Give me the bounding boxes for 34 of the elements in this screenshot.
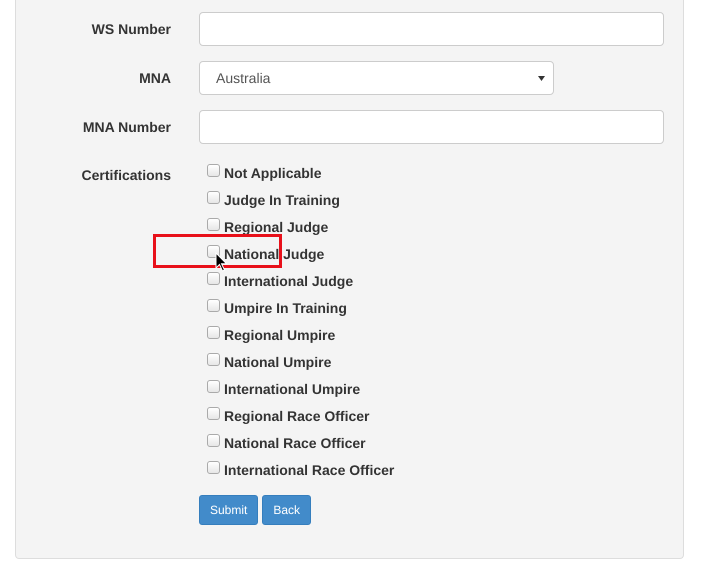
field-label: MNA <box>138 70 171 86</box>
field-label: Certifications <box>80 167 171 183</box>
checkbox[interactable] <box>207 218 220 231</box>
checkbox-label: Regional Umpire <box>224 326 336 342</box>
checkbox-label: National Umpire <box>224 354 332 370</box>
checkbox[interactable] <box>207 380 220 393</box>
input-field[interactable] <box>199 12 664 46</box>
checkbox[interactable] <box>207 272 220 285</box>
checkbox[interactable] <box>207 407 220 420</box>
checkbox[interactable] <box>207 191 220 204</box>
form-button[interactable]: Submit <box>199 495 258 525</box>
checkbox[interactable] <box>207 245 220 258</box>
checkbox-label: National Race Officer <box>224 434 366 450</box>
checkbox-label: Umpire In Training <box>224 300 347 316</box>
checkbox[interactable] <box>207 299 220 312</box>
checkbox-label: International Umpire <box>224 380 360 396</box>
checkbox-label: International Judge <box>224 272 354 288</box>
checkbox-label: National Judge <box>224 246 324 262</box>
input-field[interactable] <box>199 110 664 144</box>
checkbox-label: Regional Judge <box>224 218 328 234</box>
checkbox[interactable] <box>207 434 220 447</box>
checkbox[interactable] <box>207 326 220 339</box>
checkbox[interactable] <box>207 164 220 177</box>
select-field[interactable]: Australia <box>199 61 554 95</box>
caret-icon <box>538 76 545 80</box>
checkbox-label: Judge In Training <box>224 192 340 208</box>
checkbox-label: International Race Officer <box>224 462 394 478</box>
form-button[interactable]: Back <box>262 495 312 525</box>
checkbox[interactable] <box>207 461 220 474</box>
checkbox-label: Regional Race Officer <box>224 408 370 424</box>
checkbox-label: Not Applicable <box>224 164 322 180</box>
field-label: MNA Number <box>82 119 171 135</box>
checkbox[interactable] <box>207 353 220 366</box>
field-label: WS Number <box>90 21 171 37</box>
